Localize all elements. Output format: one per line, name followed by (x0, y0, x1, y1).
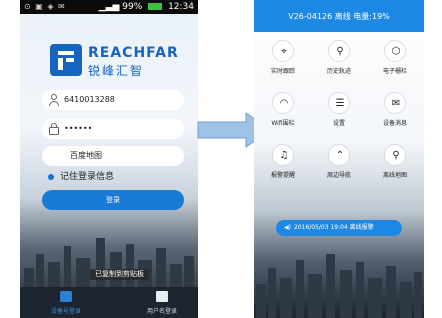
building (414, 272, 422, 318)
building (296, 260, 304, 318)
brand-name-cn: 锐峰汇智 (88, 64, 145, 78)
grid-item-device-messages[interactable]: ✉ 设备消息 (367, 88, 423, 132)
navigation-icon: ⌃ (335, 150, 345, 161)
tab-username-login-label: 用户名登录 (146, 308, 177, 315)
icon-circle: ⬡ (384, 40, 406, 62)
alarm-message: 2016/05/03 19:04 离线报警 (293, 224, 374, 231)
map-type-selector[interactable]: 百度地图 (42, 146, 184, 166)
grid-item-label: 设备消息 (382, 120, 407, 127)
account-field[interactable]: 6410013288 (42, 90, 184, 110)
icon-circle: ⌃ (328, 144, 350, 166)
envelope-icon: ✉ (391, 98, 401, 109)
icon-circle: ⌖ (272, 40, 294, 62)
status-right: ▁▃▅ 99% 12:34 (99, 0, 194, 14)
device-dashboard-screen: V26-04126 离线 电量:19% ⌖ 实时跟踪 ⚲ 历史轨迹 ⬡ 电子栅栏… (254, 0, 424, 318)
status-bar: ⊙ ▣ ◈ ✉ ▁▃▅ 99% 12:34 (20, 0, 198, 14)
icon-circle: ⚲ (384, 144, 406, 166)
status-icons: ⊙ ▣ ◈ ✉ (24, 2, 66, 11)
password-value: •••••• (64, 124, 93, 133)
grid-item-wifi-fence[interactable]: ◠ Wifi围栏 (255, 88, 311, 132)
remember-login-label: 记住登录信息 (60, 172, 115, 182)
map-type-value: 百度地图 (70, 151, 102, 160)
hexagon-icon: ⬡ (391, 46, 401, 57)
building (280, 278, 292, 318)
login-screen: ⊙ ▣ ◈ ✉ ▁▃▅ 99% 12:34 REACHFAR 锐峰汇智 6410… (20, 0, 198, 318)
building (368, 278, 382, 318)
city-skyline-background (20, 214, 198, 298)
grid-item-settings[interactable]: ☰ 设置 (311, 88, 367, 132)
grid-item-label: Wifi围栏 (271, 120, 295, 127)
building (386, 266, 396, 318)
bottom-tab-bar: 设备号登录 用户名登录 (20, 287, 198, 318)
sliders-icon: ☰ (335, 98, 345, 109)
function-grid: ⌖ 实时跟踪 ⚲ 历史轨迹 ⬡ 电子栅栏 ◠ Wifi围栏 ☰ 设置 ✉ 设备消… (254, 36, 424, 216)
user-icon-body (49, 101, 59, 106)
building (400, 282, 412, 318)
battery-level: 99% (122, 2, 143, 12)
building (268, 268, 276, 318)
building (326, 254, 335, 318)
account-value: 6410013288 (64, 95, 115, 104)
tab-device-login-label: 设备号登录 (50, 308, 81, 315)
grid-item-alarm-reminder[interactable]: ♫ 报警提醒 (255, 140, 311, 184)
clock: 12:34 (168, 2, 194, 12)
wifi-icon: ◠ (279, 98, 289, 109)
grid-item-label: 离线地图 (382, 172, 407, 179)
grid-item-history-track[interactable]: ⚲ 历史轨迹 (311, 36, 367, 80)
speaker-icon: ◀) (284, 224, 291, 231)
grid-item-label: 历史轨迹 (326, 68, 351, 75)
map-pin-icon: ⚲ (392, 150, 400, 161)
crosshair-icon: ⌖ (281, 46, 287, 57)
building (356, 262, 364, 318)
brand-name-en: REACHFAR (88, 45, 179, 61)
device-status-header: V26-04126 离线 电量:19% (254, 0, 424, 32)
icon-circle: ⚲ (328, 40, 350, 62)
brand-logo: REACHFAR 锐峰汇智 (50, 44, 178, 78)
signal-icon: ▁▃▅ (98, 2, 120, 12)
grid-item-label: 报警提醒 (270, 172, 295, 179)
icon-circle: ♫ (272, 144, 294, 166)
grid-item-label: 实时跟踪 (270, 68, 295, 75)
alarm-notification-bar[interactable]: ◀) 2016/05/03 19:04 离线报警 (276, 220, 402, 236)
building (308, 274, 322, 318)
radio-dot-icon (48, 174, 54, 180)
icon-circle: ☰ (328, 92, 350, 114)
bell-icon: ♫ (279, 150, 289, 161)
grid-item-label: 周边导航 (326, 172, 351, 179)
city-skyline-background (254, 240, 424, 318)
id-card-icon (156, 291, 168, 302)
grid-item-nearby-navigation[interactable]: ⌃ 周边导航 (311, 140, 367, 184)
comparison-stage: ⊙ ▣ ◈ ✉ ▁▃▅ 99% 12:34 REACHFAR 锐峰汇智 6410… (0, 0, 442, 318)
user-icon (51, 94, 57, 100)
battery-icon (148, 3, 163, 10)
tab-device-login[interactable]: 设备号登录 (36, 287, 96, 318)
building (340, 270, 352, 318)
grid-item-offline-map[interactable]: ⚲ 离线地图 (367, 140, 423, 184)
location-pin-icon: ⚲ (336, 46, 344, 57)
grid-item-label: 电子栅栏 (382, 68, 407, 75)
login-button[interactable]: 登录 (42, 190, 184, 210)
tab-username-login[interactable]: 用户名登录 (132, 287, 192, 318)
device-login-icon (60, 291, 72, 302)
grid-item-geofence[interactable]: ⬡ 电子栅栏 (367, 36, 423, 80)
grid-item-label: 设置 (332, 120, 345, 127)
password-field[interactable]: •••••• (42, 119, 184, 139)
clipboard-toast: 已复制到剪贴板 (90, 269, 149, 280)
brand-mark-icon (50, 44, 82, 76)
grid-item-realtime-tracking[interactable]: ⌖ 实时跟踪 (255, 36, 311, 80)
building (256, 284, 266, 318)
icon-circle: ◠ (272, 92, 294, 114)
lock-icon (49, 127, 59, 135)
icon-circle: ✉ (384, 92, 406, 114)
